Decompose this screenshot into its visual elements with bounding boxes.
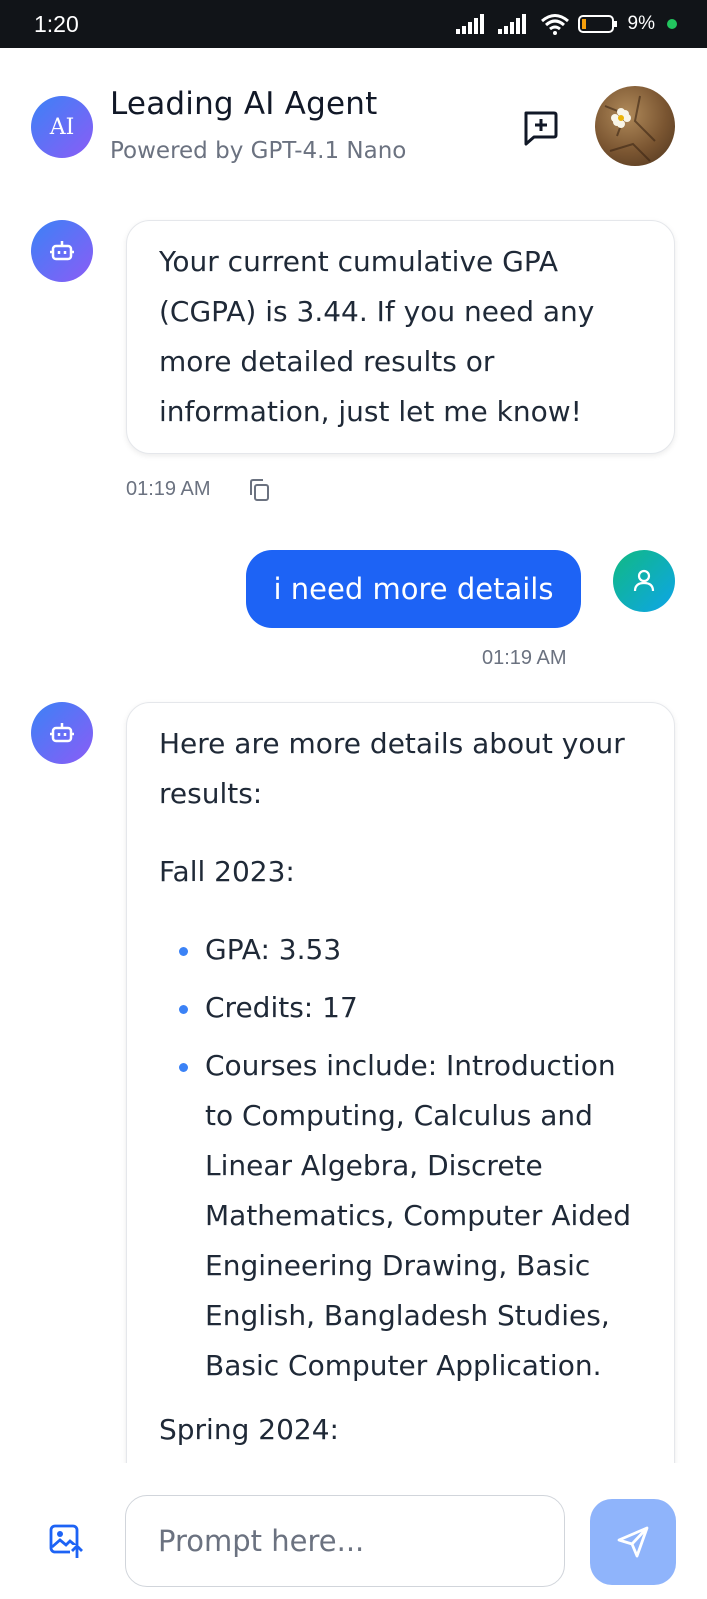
bot-message-text: Your current cumulative GPA (CGPA) is 3.…: [159, 245, 595, 428]
ai-logo: AI: [31, 96, 93, 158]
bot-message-time: 01:19 AM: [126, 478, 211, 500]
app-subtitle: Powered by GPT-4.1 Nano: [110, 138, 407, 164]
bot-message-bubble: Your current cumulative GPA (CGPA) is 3.…: [126, 220, 675, 454]
send-button[interactable]: [590, 1499, 676, 1585]
prompt-input[interactable]: [125, 1495, 565, 1587]
robot-icon: [50, 723, 74, 743]
battery-icon: [577, 15, 617, 33]
bot-avatar: [31, 220, 93, 282]
active-indicator: [667, 19, 677, 29]
semester-heading-fall: Fall 2023:: [159, 855, 295, 888]
copy-button[interactable]: [248, 478, 274, 504]
semester-details-list: GPA: 3.53 Credits: 17 Courses include: I…: [159, 925, 644, 1391]
list-item: Credits: 17: [159, 983, 644, 1033]
bot-message-bubble-2: Here are more details about your results…: [126, 702, 675, 1463]
app-header: AI Leading AI Agent Powered by GPT-4.1 N…: [0, 48, 707, 178]
message-plus-icon: [524, 111, 558, 146]
status-icons: 9%: [455, 13, 677, 35]
ai-logo-text: AI: [49, 114, 75, 140]
list-item: GPA: 3.53: [159, 925, 644, 975]
user-message-time: 01:19 AM: [482, 647, 567, 669]
send-icon: [617, 1526, 649, 1558]
status-time: 1:20: [34, 10, 79, 37]
signal-icon-2: [497, 14, 526, 34]
user-icon: [633, 569, 655, 592]
robot-icon: [50, 241, 74, 261]
bot-avatar-2: [31, 702, 93, 764]
user-message-text: i need more details: [273, 572, 554, 606]
user-message-bubble: i need more details: [246, 550, 581, 628]
flower-icon: [604, 95, 656, 162]
chat-area[interactable]: Your current cumulative GPA (CGPA) is 3.…: [0, 178, 707, 1463]
bot-message-intro: Here are more details about your results…: [159, 727, 625, 810]
app-title: Leading AI Agent: [110, 86, 378, 122]
semester-heading-spring: Spring 2024:: [159, 1413, 339, 1446]
input-bar: [0, 1463, 707, 1599]
signal-icon: [455, 14, 484, 34]
image-upload-button[interactable]: [48, 1523, 86, 1561]
wifi-icon: [540, 14, 569, 35]
user-avatar: [613, 550, 675, 612]
chat-screen: 1:20 9% AI Leading AI Agent Powered by G…: [0, 0, 707, 1599]
copy-icon: [250, 479, 269, 501]
status-bar: 1:20 9%: [0, 0, 707, 48]
new-chat-button[interactable]: [520, 108, 560, 148]
battery-percent: 9%: [627, 13, 655, 34]
user-profile-photo[interactable]: [595, 86, 675, 166]
list-item: Courses include: Introduction to Computi…: [159, 1041, 644, 1391]
image-upload-icon: [49, 1524, 84, 1559]
